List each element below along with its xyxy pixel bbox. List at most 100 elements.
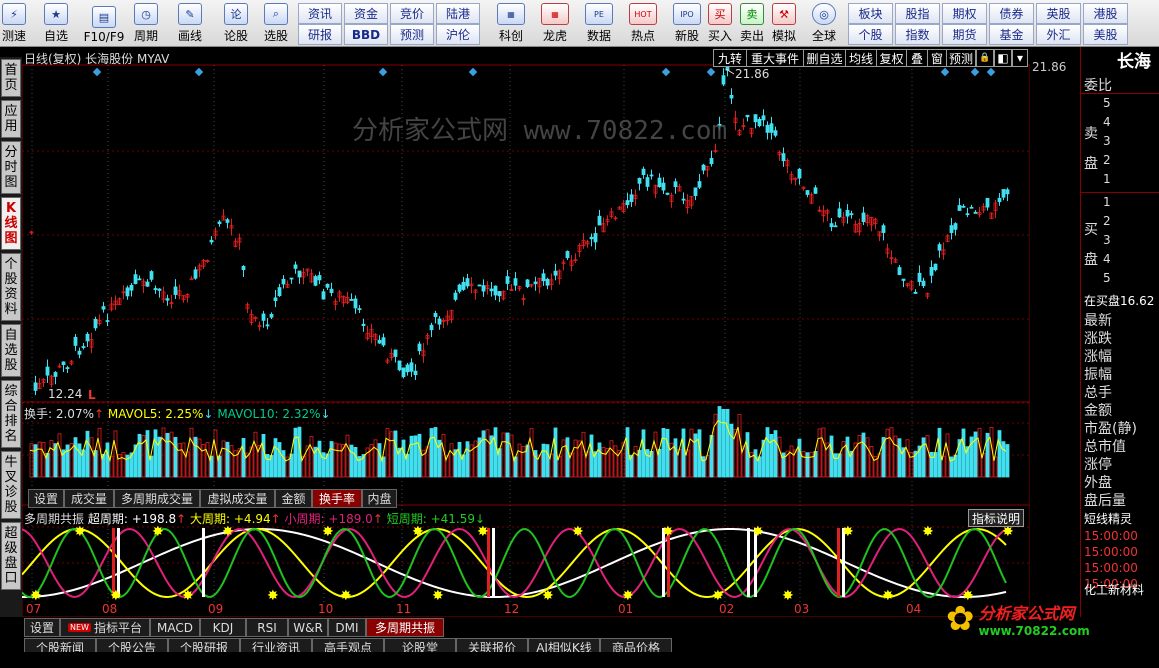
- toolbar-pencil-button[interactable]: ✎ 画线: [168, 2, 212, 44]
- volume-tab[interactable]: 金额: [275, 489, 312, 508]
- indicator-help-button[interactable]: 指标说明: [968, 509, 1024, 527]
- volume-bar: [73, 437, 78, 478]
- sidebar-tab-1[interactable]: 应用: [1, 100, 21, 138]
- indicator-tab[interactable]: W&R: [288, 618, 328, 637]
- event-marker-icon[interactable]: [940, 67, 950, 77]
- event-marker-icon[interactable]: [986, 67, 996, 77]
- event-marker-icon[interactable]: [661, 67, 671, 77]
- short-term-section[interactable]: 短线精灵: [1084, 510, 1132, 527]
- candle-body: [433, 312, 438, 318]
- toolbar-speed-button[interactable]: ⚡ 测速: [0, 2, 28, 44]
- toolbar-grid-button[interactable]: 研报: [298, 24, 342, 45]
- volume-tab[interactable]: 设置: [28, 489, 64, 508]
- volume-bar: [373, 439, 378, 478]
- candlesticks[interactable]: [29, 60, 1010, 396]
- toolbar-chat-button[interactable]: 论论股: [214, 2, 258, 44]
- global-button[interactable]: ◎ 全球: [804, 2, 844, 44]
- toolbar-grid-button[interactable]: 陆港: [436, 3, 480, 24]
- toolbar-clock-button[interactable]: ◷ 周期: [124, 2, 168, 44]
- indicator-tab[interactable]: RSI: [246, 618, 288, 637]
- indicator-tab[interactable]: MACD: [150, 618, 200, 637]
- info-tab[interactable]: 商品价格: [600, 638, 672, 652]
- event-marker-icon[interactable]: [468, 67, 478, 77]
- sidebar-tab-0[interactable]: 首页: [1, 59, 21, 97]
- market-button[interactable]: 基金: [989, 24, 1034, 45]
- sidebar-tab-8[interactable]: 超级盘口: [1, 522, 21, 590]
- info-tab[interactable]: 个股公告: [96, 638, 168, 652]
- sidebar-tab-2[interactable]: 分时图: [1, 141, 21, 194]
- toolbar-chart-button[interactable]: ▦ 科创: [490, 2, 532, 44]
- chart-header-button[interactable]: 均线: [845, 49, 877, 67]
- chart-header-button[interactable]: 叠: [906, 49, 928, 67]
- market-button[interactable]: 期权: [942, 3, 987, 24]
- buy-button[interactable]: 买买入: [704, 2, 736, 44]
- sidebar-tab-5[interactable]: 自选股: [1, 324, 21, 377]
- toolbar-grid-button[interactable]: 资金: [344, 3, 388, 24]
- info-tab[interactable]: 高手观点: [312, 638, 384, 652]
- toolbar-star-button[interactable]: ★ 自选: [34, 2, 78, 44]
- market-button[interactable]: 外汇: [1036, 24, 1081, 45]
- volume-tab[interactable]: 虚拟成交量: [200, 489, 275, 508]
- event-marker-icon[interactable]: [378, 67, 388, 77]
- market-button[interactable]: 美股: [1083, 24, 1128, 45]
- indicator-tab[interactable]: NEW 指标平台: [60, 618, 150, 637]
- dropdown-icon[interactable]: ▾: [1012, 49, 1028, 67]
- event-marker-icon[interactable]: [92, 67, 102, 77]
- toolbar-grid-button[interactable]: 竞价: [390, 3, 434, 24]
- info-tab[interactable]: 论股堂: [384, 638, 456, 652]
- toolbar-grid-button[interactable]: 预测: [390, 24, 434, 45]
- market-button[interactable]: 板块: [848, 3, 893, 24]
- info-tab[interactable]: 个股研报: [168, 638, 240, 652]
- toolbar-pe-button[interactable]: PE 数据: [578, 2, 620, 44]
- chart-header-button[interactable]: 重大事件: [746, 49, 804, 67]
- toolbar-label: 龙虎: [542, 29, 567, 43]
- indicator-tab[interactable]: DMI: [328, 618, 366, 637]
- simulate-button[interactable]: ⚒ 模拟: [768, 2, 800, 44]
- event-marker-icon[interactable]: [194, 67, 204, 77]
- toolbar-hot-button[interactable]: HOT 热点: [622, 2, 664, 44]
- toolbar-grid-button[interactable]: 沪伦: [436, 24, 480, 45]
- indicator-tab[interactable]: 设置: [24, 618, 60, 637]
- info-tab[interactable]: 关联报价: [456, 638, 528, 652]
- indicator-tab[interactable]: KDJ: [200, 618, 246, 637]
- volume-tab[interactable]: 换手率: [312, 489, 362, 508]
- toolbar-grid-button[interactable]: 资讯: [298, 3, 342, 24]
- volume-bar: [609, 440, 614, 478]
- toolbar-grid-button[interactable]: BBD: [344, 24, 388, 45]
- toolbar-dragon-button[interactable]: ▦ 龙虎: [534, 2, 576, 44]
- chart-area[interactable]: 21.8619.2316.5713.900.0760.039+200.0+101…: [22, 47, 1030, 617]
- sell-button[interactable]: 卖卖出: [736, 2, 768, 44]
- market-button[interactable]: 个股: [848, 24, 893, 45]
- sidebar-tab-4[interactable]: 个股资料: [1, 253, 21, 321]
- kline-chart-svg[interactable]: 21.8619.2316.5713.900.0760.039+200.0+101…: [22, 47, 1030, 617]
- market-button[interactable]: 期货: [942, 24, 987, 45]
- event-marker-icon[interactable]: [706, 67, 716, 77]
- sidebar-tab-7[interactable]: 牛叉诊股: [1, 451, 21, 519]
- chart-header-button[interactable]: 窗: [927, 49, 947, 67]
- toolbar-chart-search-button[interactable]: ⌕ 选股: [254, 2, 298, 44]
- toolbar-ipo-button[interactable]: IPO 新股: [666, 2, 708, 44]
- market-button[interactable]: 英股: [1036, 3, 1081, 24]
- market-button[interactable]: 债券: [989, 3, 1034, 24]
- market-button[interactable]: 港股: [1083, 3, 1128, 24]
- chart-header-button[interactable]: 预测: [946, 49, 976, 67]
- collapse-icon[interactable]: ◧: [994, 49, 1012, 67]
- market-button[interactable]: 股指: [895, 3, 940, 24]
- chart-header-button[interactable]: 复权: [876, 49, 907, 67]
- big-cycle-value: 大周期: +4.94: [190, 512, 271, 526]
- lock-icon[interactable]: 🔒: [976, 49, 994, 67]
- chart-header-button[interactable]: 删自选: [803, 49, 846, 67]
- info-tab[interactable]: 个股新闻: [24, 638, 96, 652]
- volume-tab[interactable]: 成交量: [64, 489, 114, 508]
- info-tab[interactable]: AI相似K线: [528, 638, 600, 652]
- event-marker-icon[interactable]: [970, 67, 980, 77]
- indicator-tab[interactable]: 多周期共振: [366, 618, 444, 637]
- sidebar-tab-3[interactable]: K线图: [1, 197, 21, 250]
- info-tab[interactable]: 行业资讯: [240, 638, 312, 652]
- volume-tab[interactable]: 多周期成交量: [114, 489, 200, 508]
- market-button[interactable]: 指数: [895, 24, 940, 45]
- sidebar-tab-6[interactable]: 综合排名: [1, 380, 21, 448]
- volume-tab[interactable]: 内盘: [362, 489, 397, 508]
- chart-header-button[interactable]: 九转: [713, 49, 747, 67]
- toolbar-f10-button[interactable]: ▤ F10/F9: [82, 2, 126, 44]
